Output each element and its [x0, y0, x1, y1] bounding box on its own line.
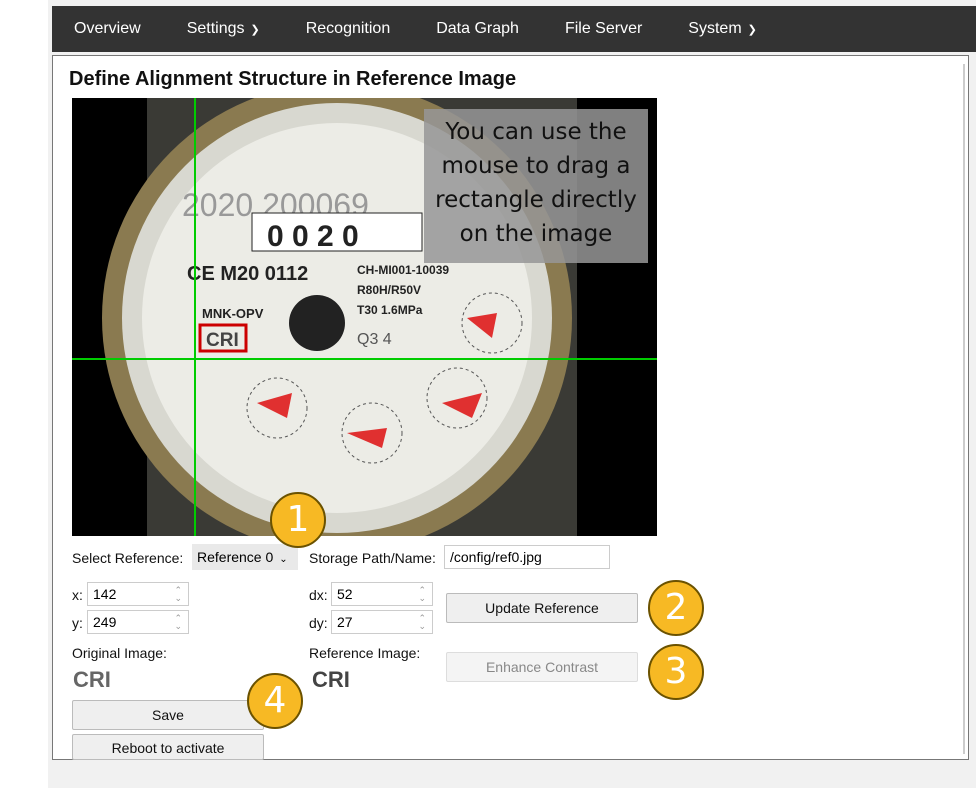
y-label: y:: [72, 615, 83, 631]
nav-label: File Server: [564, 20, 643, 37]
chevron-down-icon: ❯: [250, 23, 260, 36]
content-panel: Define Alignment Structure in Reference …: [52, 55, 969, 760]
meter-reading: 0 0 2 0: [267, 220, 359, 253]
nav-label: Recognition: [305, 20, 391, 37]
stepper-icon[interactable]: ⌃ ⌄: [174, 586, 182, 603]
x-input[interactable]: 142 ⌃ ⌄: [87, 582, 189, 606]
dx-input[interactable]: 52 ⌃ ⌄: [331, 582, 433, 606]
enhance-contrast-button[interactable]: Enhance Contrast: [446, 652, 638, 682]
step-badge-3: 3: [648, 644, 704, 700]
dy-input[interactable]: 27 ⌃ ⌄: [331, 610, 433, 634]
x-label: x:: [72, 587, 83, 603]
reference-select[interactable]: Reference 0 ⌄: [192, 544, 298, 570]
nav-label: Overview: [74, 20, 141, 37]
reboot-button[interactable]: Reboot to activate: [72, 734, 264, 760]
chevron-down-icon: ❯: [747, 23, 757, 36]
step-badge-2: 2: [648, 580, 704, 636]
chevron-down-icon: ⌄: [279, 554, 288, 565]
step-badge-4: 4: [247, 673, 303, 729]
save-button[interactable]: Save: [72, 700, 264, 730]
nav-file-server[interactable]: File Server: [565, 20, 642, 38]
x-value: 142: [93, 586, 117, 602]
select-reference-label: Select Reference:: [72, 550, 184, 566]
nav-label: System: [688, 20, 742, 37]
meter-cri: CRI: [206, 330, 239, 351]
nav-label: Data Graph: [436, 20, 519, 37]
stepper-icon[interactable]: ⌃ ⌄: [174, 614, 182, 631]
nav-recognition[interactable]: Recognition: [306, 20, 391, 38]
nav-settings[interactable]: Settings ❯: [187, 20, 260, 38]
dx-label: dx:: [309, 587, 328, 603]
storage-label: Storage Path/Name:: [309, 550, 436, 566]
original-image-label: Original Image:: [72, 645, 167, 661]
nav-system[interactable]: System ❯: [688, 20, 757, 38]
meter-ce-mark: CE M20 0112: [187, 263, 308, 285]
storage-path-input[interactable]: [444, 545, 610, 569]
update-reference-button[interactable]: Update Reference: [446, 593, 638, 623]
stepper-icon[interactable]: ⌃ ⌄: [418, 614, 426, 631]
stepper-icon[interactable]: ⌃ ⌄: [418, 586, 426, 603]
top-nav: Overview Settings ❯ Recognition Data Grap…: [52, 6, 976, 52]
nav-label: Settings: [186, 20, 245, 37]
reference-image-canvas[interactable]: 2020 200069 0 0 2 0 CE M20 0112 CH-MI001…: [72, 98, 657, 536]
original-image-preview: CRI: [73, 667, 111, 692]
dy-label: dy:: [309, 615, 328, 631]
drag-hint-tooltip: You can use the mouse to drag a rectangl…: [424, 109, 648, 263]
meter-model: CH-MI001-10039: [357, 263, 449, 277]
reference-image-label: Reference Image:: [309, 645, 421, 661]
y-input[interactable]: 249 ⌃ ⌄: [87, 610, 189, 634]
select-value: Reference 0: [197, 549, 274, 565]
page-title: Define Alignment Structure in Reference …: [69, 68, 517, 90]
meter-mnk: MNK-OPV: [202, 306, 264, 321]
nav-data-graph[interactable]: Data Graph: [436, 20, 519, 38]
step-badge-1: 1: [270, 492, 326, 548]
scrollbar[interactable]: [963, 64, 965, 754]
meter-r: R80H/R50V: [357, 283, 421, 297]
meter-t: T30 1.6MPa: [357, 303, 423, 317]
nav-overview[interactable]: Overview: [74, 20, 141, 38]
left-pane: [0, 0, 48, 788]
reference-image-preview: CRI: [312, 667, 350, 692]
dx-value: 52: [337, 586, 353, 602]
y-value: 249: [93, 614, 117, 630]
meter-q: Q3 4: [357, 331, 392, 348]
dy-value: 27: [337, 614, 353, 630]
